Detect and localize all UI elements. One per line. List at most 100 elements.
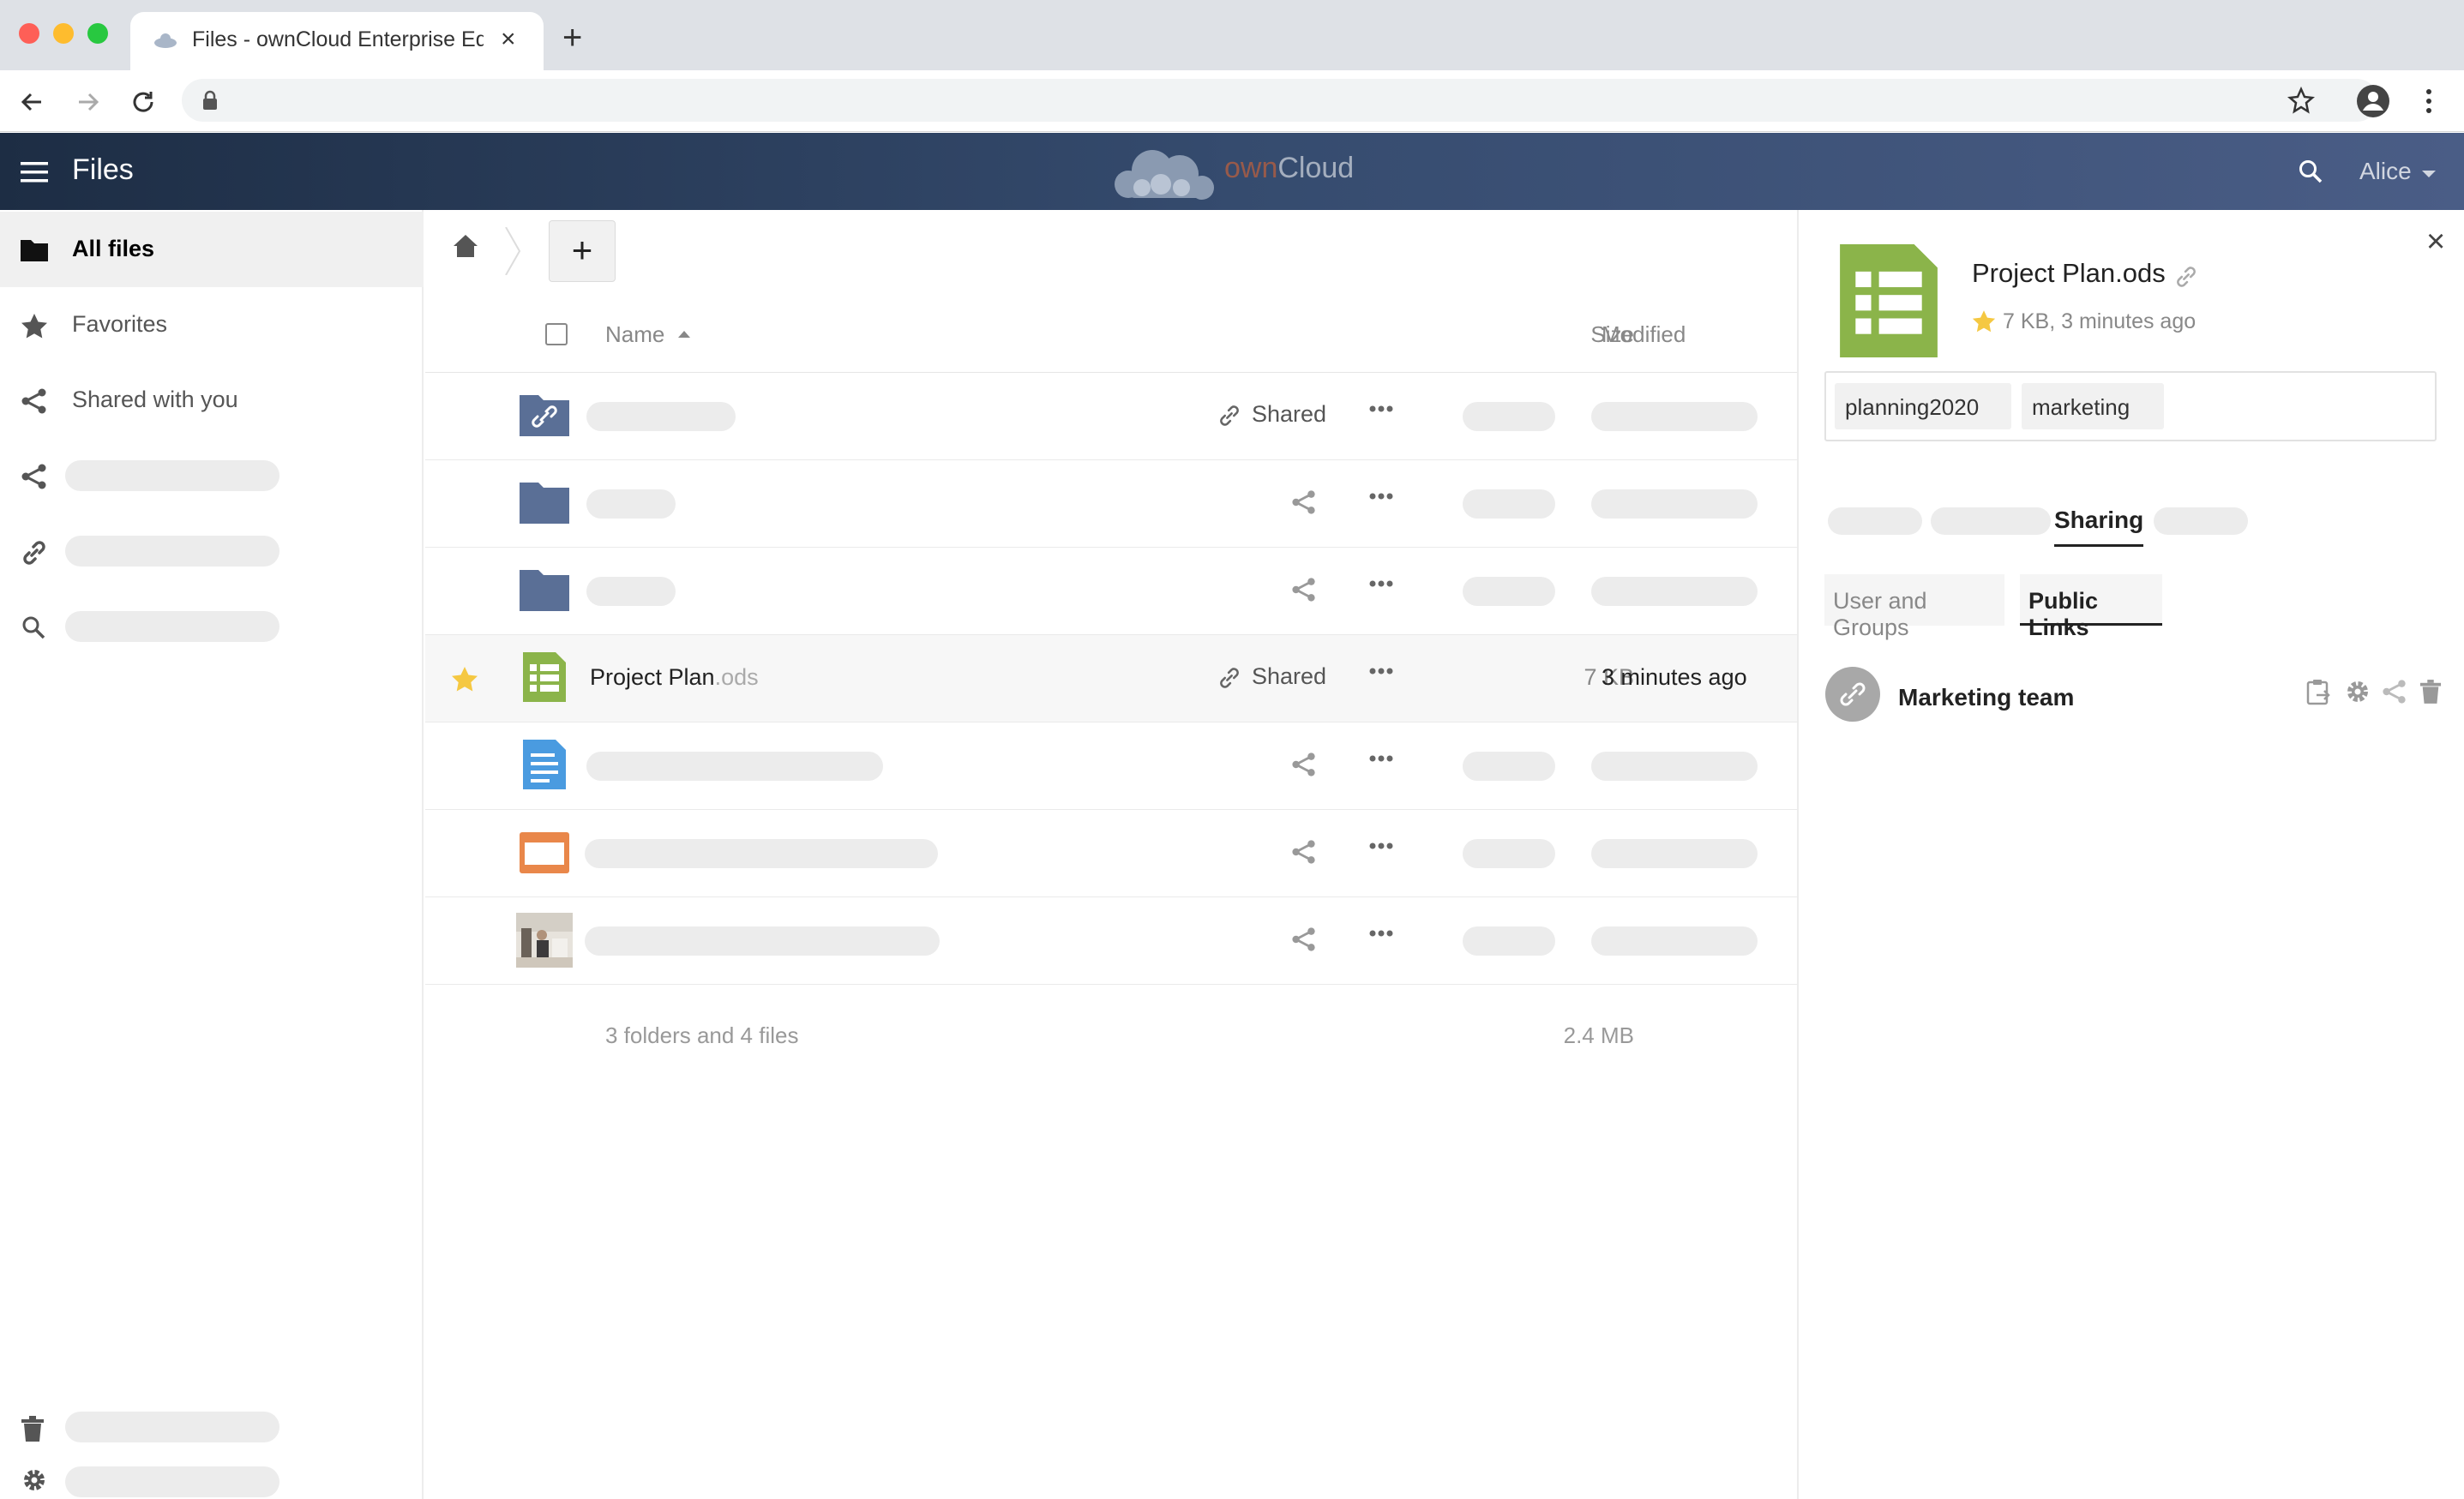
more-actions-icon[interactable] [1368, 667, 1394, 675]
file-name-placeholder [586, 752, 883, 781]
nav-shared-by-link[interactable] [0, 513, 424, 589]
home-icon[interactable] [453, 234, 478, 258]
chevron-down-icon[interactable] [2421, 170, 2437, 178]
user-menu[interactable]: Alice [2359, 158, 2412, 185]
file-modified: 3 minutes ago [1602, 664, 1747, 690]
tab-sharing[interactable]: Sharing [2054, 507, 2144, 547]
size-placeholder [1463, 926, 1555, 956]
more-actions-icon[interactable] [1368, 405, 1394, 413]
close-window-button[interactable] [19, 23, 39, 44]
nav-label: Favorites [72, 311, 168, 337]
owncloud-favicon-icon [153, 29, 178, 50]
favorite-star-icon[interactable] [1972, 309, 1996, 333]
browser-toolbar [0, 70, 2464, 132]
column-modified[interactable]: Modified [1602, 321, 1686, 348]
reload-icon[interactable] [130, 89, 156, 115]
hamburger-menu-icon[interactable] [21, 161, 48, 183]
nav-settings[interactable] [0, 1463, 424, 1499]
brand-wordmark: ownCloud [1224, 152, 1355, 184]
back-icon[interactable] [19, 89, 45, 115]
tab-placeholder[interactable] [2154, 507, 2248, 535]
nav-search[interactable] [0, 589, 424, 664]
forward-icon[interactable] [75, 89, 101, 115]
nav-deleted-files[interactable] [0, 1389, 424, 1465]
gear-icon[interactable] [2344, 678, 2371, 705]
delete-icon[interactable] [2419, 678, 2442, 705]
file-row-selected[interactable]: Project Plan.ods Shared 7 KB 3 minutes a… [425, 635, 1797, 723]
more-actions-icon[interactable] [1368, 842, 1394, 850]
maximize-window-button[interactable] [87, 23, 108, 44]
file-name-placeholder [586, 402, 736, 431]
new-tab-button[interactable]: + [562, 21, 582, 55]
nav-all-files[interactable]: All files [0, 212, 424, 287]
size-placeholder [1463, 402, 1555, 431]
folder-icon [520, 567, 569, 611]
share-icon[interactable] [1291, 489, 1317, 515]
file-row[interactable]: Shared [425, 373, 1797, 460]
file-row[interactable] [425, 548, 1797, 635]
permalink-icon[interactable] [2174, 265, 2198, 289]
file-name[interactable]: Project Plan.ods [590, 664, 759, 691]
browser-menu-icon[interactable] [2425, 87, 2433, 115]
gear-icon [21, 1466, 48, 1494]
browser-tab-strip: Files - ownCloud Enterprise Edition × + [0, 0, 2464, 70]
address-bar[interactable] [182, 79, 2378, 122]
file-row[interactable] [425, 897, 1797, 985]
bookmark-star-icon[interactable] [2287, 87, 2315, 114]
subtab-user-and-groups[interactable]: User and Groups [1824, 574, 2004, 640]
more-actions-icon[interactable] [1368, 929, 1394, 938]
more-actions-icon[interactable] [1368, 492, 1394, 501]
share-icon[interactable] [1291, 577, 1317, 603]
share-icon[interactable] [2382, 679, 2407, 705]
tag-chip[interactable]: planning2020 [1835, 383, 2011, 429]
search-icon[interactable] [2298, 159, 2323, 184]
close-tab-icon[interactable]: × [501, 24, 516, 55]
trash-icon [21, 1415, 45, 1442]
more-actions-icon[interactable] [1368, 579, 1394, 588]
size-placeholder [1463, 489, 1555, 519]
file-name-placeholder [586, 577, 676, 606]
app-navigation: All files Favorites Shared with you [0, 210, 424, 1499]
subtab-public-links[interactable]: Public Links [2020, 574, 2162, 640]
more-actions-icon[interactable] [1368, 754, 1394, 763]
share-icon [21, 388, 48, 414]
favorite-star-icon[interactable] [451, 666, 478, 692]
nav-favorites[interactable]: Favorites [0, 287, 424, 363]
share-icon[interactable] [1291, 752, 1317, 777]
image-thumbnail [516, 913, 573, 968]
details-file-name: Project Plan.ods [1972, 258, 2166, 288]
column-name[interactable]: Name [605, 321, 664, 348]
file-list-area: + Name Size Modified Shared Project Plan… [425, 210, 1797, 1499]
breadcrumb-separator-icon [504, 227, 521, 275]
nav-label-placeholder [65, 1412, 279, 1442]
copy-to-clipboard-icon[interactable] [2306, 678, 2332, 705]
details-panel: × Project Plan.ods 7 KB, 3 minutes ago p… [1797, 210, 2464, 1499]
close-details-icon[interactable]: × [2426, 225, 2445, 258]
link-icon [1217, 666, 1241, 690]
new-file-button[interactable]: + [549, 220, 616, 282]
owncloud-logo-icon[interactable] [1111, 143, 1219, 201]
select-all-checkbox[interactable] [545, 323, 568, 345]
shared-link-folder-icon [520, 392, 569, 436]
tab-placeholder[interactable] [1931, 507, 2051, 535]
shared-status[interactable]: Shared [1252, 663, 1326, 690]
file-row[interactable] [425, 723, 1797, 810]
spreadsheet-icon [523, 652, 566, 702]
modified-placeholder [1591, 577, 1758, 606]
shared-status[interactable]: Shared [1252, 401, 1326, 428]
profile-icon[interactable] [2356, 84, 2390, 118]
nav-shared-with-you[interactable]: Shared with you [0, 363, 424, 438]
share-icon[interactable] [1291, 839, 1317, 865]
share-icon[interactable] [1291, 926, 1317, 952]
tab-placeholder[interactable] [1828, 507, 1922, 535]
browser-tab[interactable]: Files - ownCloud Enterprise Edition × [130, 12, 544, 70]
app-name[interactable]: Files [72, 153, 134, 187]
tags-input[interactable]: planning2020 marketing [1824, 371, 2437, 441]
star-icon [21, 313, 48, 339]
nav-shared-with-others[interactable] [0, 438, 424, 513]
minimize-window-button[interactable] [53, 23, 74, 44]
tag-chip[interactable]: marketing [2022, 383, 2164, 429]
file-row[interactable] [425, 810, 1797, 897]
file-row[interactable] [425, 460, 1797, 548]
file-list-header: Name Size Modified [425, 296, 1797, 373]
